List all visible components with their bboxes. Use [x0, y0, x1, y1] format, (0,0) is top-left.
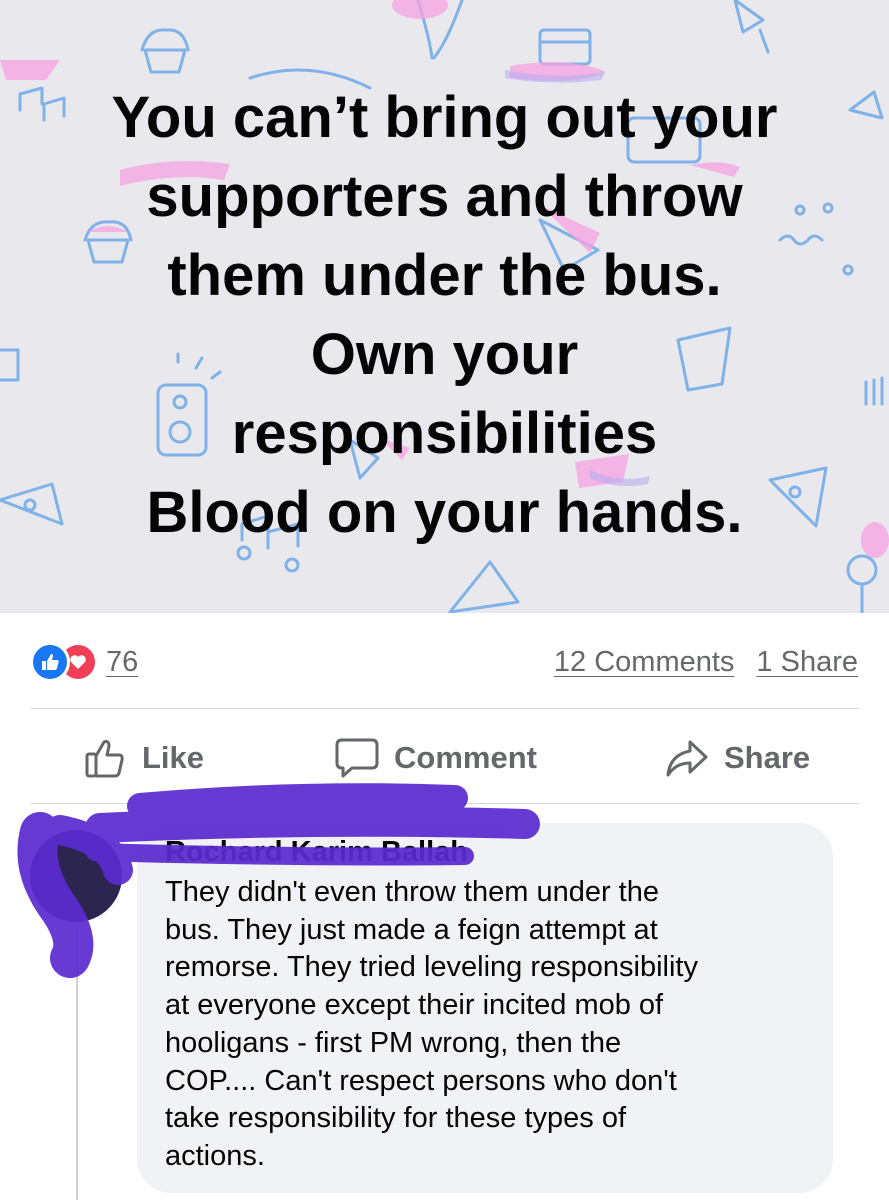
reply-thread-line — [76, 930, 78, 1200]
comment-line: at everyone except their incited mob of — [165, 989, 664, 1022]
share-button[interactable]: Share — [664, 733, 810, 783]
comment-line: hooligans - first PM wrong, then the — [165, 1026, 622, 1059]
comment-line: take responsibility for these types of — [165, 1102, 627, 1135]
caption-line: supporters and throw — [146, 164, 743, 229]
post-stats: 12 Comments 1 Share — [554, 640, 858, 684]
share-arrow-icon — [666, 740, 708, 777]
comment-line: COP.... Can't respect persons who don't — [165, 1064, 677, 1097]
thumbs-up-icon — [85, 740, 124, 778]
caption-line: Own your — [310, 322, 579, 387]
reaction-summary[interactable]: 76 — [30, 640, 138, 684]
post-caption: You can’t bring out your supporters and … — [40, 78, 849, 552]
comment-line: They didn't even throw them under the — [165, 876, 659, 908]
like-button[interactable]: Like — [84, 733, 204, 783]
share-label: Share — [724, 740, 811, 775]
comment-label: Comment — [394, 740, 537, 775]
caption-line: responsibilities — [231, 401, 658, 466]
like-reaction-icon — [30, 642, 70, 682]
comment-bubble-icon — [335, 738, 379, 778]
comments-count-link[interactable]: 12 Comments — [554, 646, 735, 679]
reaction-count[interactable]: 76 — [106, 646, 138, 679]
comment-author-name[interactable]: Rochard Karim Ballah — [165, 836, 468, 869]
comment-line: remorse. They tried leveling responsibil… — [165, 951, 698, 984]
caption-line: You can’t bring out your — [111, 85, 778, 150]
avatar[interactable] — [30, 830, 122, 922]
comment-line: bus. They just made a feign attempt at — [165, 913, 658, 946]
comment-text: They didn't even throw them under the bu… — [165, 874, 815, 1176]
caption-line: Blood on your hands. — [146, 480, 743, 545]
comment-line: actions. — [165, 1139, 265, 1172]
divider — [30, 803, 859, 804]
post-image[interactable]: You can’t bring out your supporters and … — [0, 0, 889, 613]
comment-button[interactable]: Comment — [334, 733, 537, 783]
caption-line: them under the bus. — [167, 243, 722, 308]
divider — [30, 708, 859, 709]
shares-count-link[interactable]: 1 Share — [756, 646, 858, 679]
like-label: Like — [142, 740, 205, 775]
